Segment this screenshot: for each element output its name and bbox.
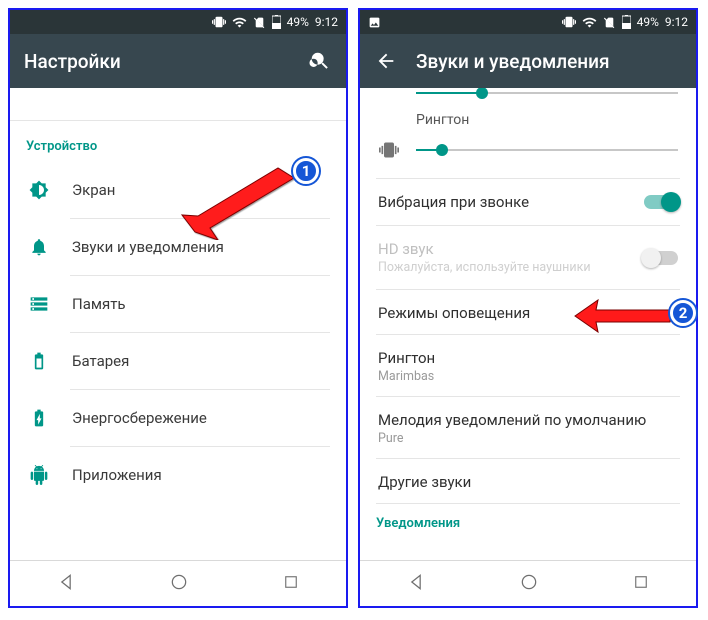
battery-pct: 49% bbox=[637, 15, 659, 29]
battery-icon bbox=[28, 350, 50, 372]
row-vibrate-on-call[interactable]: Вибрация при звонке bbox=[360, 179, 696, 225]
row-ringtone[interactable]: Рингтон Marimbas bbox=[360, 335, 696, 396]
brightness-icon bbox=[28, 179, 50, 201]
row-default-notif[interactable]: Мелодия уведомлений по умолчанию Pure bbox=[360, 397, 696, 458]
item-label: Энергосбережение bbox=[72, 409, 207, 427]
vibrate-icon bbox=[562, 15, 576, 29]
wifi-icon bbox=[582, 15, 597, 30]
row-sub: Pure bbox=[378, 431, 678, 446]
bell-icon bbox=[28, 236, 50, 258]
ringtone-slider-label: Рингтон bbox=[360, 104, 696, 128]
row-label: Рингтон bbox=[378, 349, 678, 367]
slider-track[interactable] bbox=[416, 149, 678, 151]
section-device: Устройство bbox=[10, 121, 346, 162]
item-label: Память bbox=[72, 295, 126, 313]
item-label: Приложения bbox=[72, 466, 162, 484]
nav-back[interactable] bbox=[56, 572, 76, 596]
annotation-badge-1: 1 bbox=[293, 158, 319, 184]
battery-pct: 49% bbox=[287, 15, 309, 29]
ringtone-slider[interactable] bbox=[360, 128, 696, 178]
section-notifications: Уведомления bbox=[360, 504, 696, 539]
nav-back[interactable] bbox=[406, 572, 426, 596]
row-label: Вибрация при звонке bbox=[378, 193, 634, 211]
row-hd-sound: HD звук Пожалуйста, используйте наушники bbox=[360, 226, 696, 289]
navbar bbox=[360, 560, 696, 606]
battery-icon bbox=[622, 15, 631, 29]
status-bar: 49% 9:12 bbox=[360, 10, 696, 34]
row-label: Мелодия уведомлений по умолчанию bbox=[378, 411, 678, 429]
phone-left: 49% 9:12 Настройки Устройство Экран Звук… bbox=[8, 8, 348, 608]
vibrate-icon bbox=[212, 15, 226, 29]
screenshot-icon bbox=[368, 16, 381, 29]
toggle-switch bbox=[644, 251, 678, 265]
wifi-icon bbox=[232, 15, 247, 30]
status-bar: 49% 9:12 bbox=[10, 10, 346, 34]
no-sim-icon bbox=[603, 16, 616, 29]
row-other-sounds[interactable]: Другие звуки bbox=[360, 459, 696, 503]
android-icon bbox=[28, 464, 50, 486]
storage-icon bbox=[28, 293, 50, 315]
nav-home[interactable] bbox=[169, 572, 189, 596]
item-label: Экран bbox=[72, 181, 115, 199]
item-label: Батарея bbox=[72, 352, 129, 370]
item-apps[interactable]: Приложения bbox=[10, 447, 346, 503]
item-battery[interactable]: Батарея bbox=[10, 333, 346, 389]
item-storage[interactable]: Память bbox=[10, 276, 346, 332]
clock: 9:12 bbox=[665, 15, 688, 29]
row-label: Другие звуки bbox=[378, 473, 678, 491]
annotation-arrow-1 bbox=[180, 160, 310, 240]
nav-recent[interactable] bbox=[632, 573, 650, 595]
row-label: HD звук bbox=[378, 240, 634, 258]
battery-icon bbox=[272, 15, 281, 29]
annotation-arrow-2 bbox=[570, 296, 680, 336]
row-sub: Пожалуйста, используйте наушники bbox=[378, 260, 634, 275]
page-title: Звуки и уведомления bbox=[416, 50, 682, 73]
nav-recent[interactable] bbox=[282, 573, 300, 595]
clock: 9:12 bbox=[315, 15, 338, 29]
media-slider[interactable] bbox=[360, 92, 696, 104]
item-power[interactable]: Энергосбережение bbox=[10, 390, 346, 446]
back-arrow-icon[interactable] bbox=[374, 49, 398, 73]
no-sim-icon bbox=[253, 16, 266, 29]
power-icon bbox=[28, 407, 50, 429]
page-title: Настройки bbox=[24, 50, 290, 73]
slider-track[interactable] bbox=[416, 92, 678, 94]
search-icon[interactable] bbox=[308, 49, 332, 73]
nav-home[interactable] bbox=[519, 572, 539, 596]
row-sub: Marimbas bbox=[378, 369, 678, 384]
settings-list: Устройство Экран Звуки и уведомления Пам… bbox=[10, 88, 346, 560]
navbar bbox=[10, 560, 346, 606]
toggle-switch[interactable] bbox=[644, 195, 678, 209]
annotation-badge-2: 2 bbox=[670, 300, 696, 326]
item-label: Звуки и уведомления bbox=[72, 238, 224, 256]
appbar: Звуки и уведомления bbox=[360, 34, 696, 88]
appbar: Настройки bbox=[10, 34, 346, 88]
vibrate-icon bbox=[378, 140, 400, 160]
